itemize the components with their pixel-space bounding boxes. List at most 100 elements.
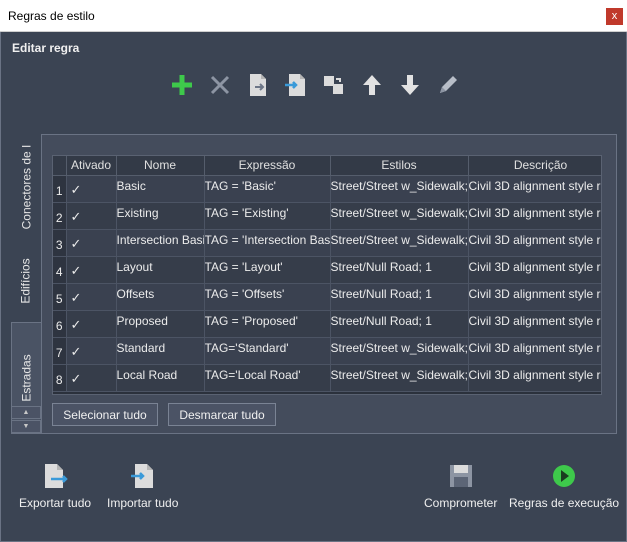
move-down-icon (401, 75, 419, 95)
expression-cell[interactable]: TAG = 'Proposed' (204, 310, 331, 338)
window-title: Regras de estilo (8, 9, 95, 23)
import-all-label: Importar tudo (107, 496, 179, 510)
table-row[interactable]: 8 ✓ Local Road TAG='Local Road' Street/Stree… (53, 364, 601, 392)
styles-cell[interactable]: Street/Street w_Sidewalk; 1 (330, 364, 469, 392)
add-rule-button[interactable] (167, 70, 197, 100)
tab-scroll: ▲ ▼ (11, 404, 41, 434)
export-all-label: Exportar tudo (19, 496, 92, 510)
enabled-checkbox[interactable]: ✓ (66, 283, 117, 311)
copy-rule-button[interactable] (243, 70, 273, 100)
enabled-checkbox[interactable]: ✓ (66, 256, 117, 284)
row-number: 7 (53, 337, 67, 365)
description-cell[interactable]: Civil 3D alignment style rule (468, 310, 601, 338)
styles-cell[interactable]: Street/Street w_Sidewalk; 1 (330, 229, 469, 257)
duplicate-rule-button[interactable] (319, 70, 349, 100)
tab-connectors[interactable]: Conectores de I (11, 142, 41, 232)
tab-scroll-down-button[interactable]: ▼ (11, 420, 41, 433)
styles-cell[interactable]: Street/Street w_Sidewalk; 1 (330, 202, 469, 230)
table-row[interactable]: 1 ✓ Basic TAG = 'Basic' Street/Street w_Side… (53, 175, 601, 203)
edit-icon (440, 76, 457, 93)
rules-panel: Ativado Nome Expressão Estilos Descrição… (41, 134, 617, 434)
table-row[interactable]: 2 ✓ Existing TAG = 'Existing' Street/Street … (53, 202, 601, 230)
save-icon (449, 465, 472, 487)
import-icon (285, 74, 305, 96)
move-up-button[interactable] (357, 70, 387, 100)
tab-connectors-label: Conectores de I (19, 144, 33, 230)
column-header-styles[interactable]: Estilos (330, 156, 469, 176)
enabled-checkbox[interactable]: ✓ (66, 202, 117, 230)
description-cell[interactable]: Civil 3D alignment style rule (468, 202, 601, 230)
styles-cell[interactable]: Street/Null Road; 1 (330, 283, 469, 311)
category-tabs: Conectores de I Edifícios Estradas (11, 142, 41, 434)
enabled-checkbox[interactable]: ✓ (66, 229, 117, 257)
row-number: 2 (53, 202, 67, 230)
description-cell[interactable]: Civil 3D alignment style rule (468, 256, 601, 284)
rule-name-cell[interactable]: Offsets (116, 283, 205, 311)
row-number: 6 (53, 310, 67, 338)
move-up-icon (363, 75, 381, 95)
rule-name-cell[interactable]: Existing (116, 202, 205, 230)
styles-cell[interactable]: Street/Null Road; 1 (330, 256, 469, 284)
description-cell[interactable]: Civil 3D alignment style rule (468, 364, 601, 392)
rule-name-cell[interactable]: Standard (116, 337, 205, 365)
enabled-checkbox[interactable]: ✓ (66, 364, 117, 392)
enabled-checkbox[interactable]: ✓ (66, 175, 117, 203)
expression-cell[interactable]: TAG = 'Basic' (204, 175, 331, 203)
column-header-number (53, 156, 67, 176)
import-all-button[interactable]: Importar tudo (107, 462, 178, 510)
column-header-name[interactable]: Nome (116, 156, 205, 176)
row-number: 4 (53, 256, 67, 284)
rule-name-cell[interactable]: Intersection Basic (116, 229, 205, 257)
rule-name-cell[interactable]: Basic (116, 175, 205, 203)
deselect-all-button[interactable]: Desmarcar tudo (168, 403, 276, 426)
styles-cell[interactable]: Street/Street w_Sidewalk; 1 (330, 175, 469, 203)
section-title: Editar regra (12, 41, 80, 55)
description-cell[interactable]: Civil 3D alignment style rule (468, 337, 601, 365)
expression-cell[interactable]: TAG='Standard' (204, 337, 331, 365)
column-header-expression[interactable]: Expressão (204, 156, 331, 176)
row-number: 1 (53, 175, 67, 203)
row-number: 5 (53, 283, 67, 311)
title-bar: Regras de estilo x (0, 0, 627, 32)
delete-icon (210, 75, 230, 95)
close-button[interactable]: x (606, 8, 623, 25)
expression-cell[interactable]: TAG = 'Offsets' (204, 283, 331, 311)
tab-buildings[interactable]: Edifícios (11, 237, 41, 325)
table-row[interactable]: 3 ✓ Intersection Basic TAG = 'Intersection … (53, 229, 601, 257)
expression-cell[interactable]: TAG = 'Existing' (204, 202, 331, 230)
enabled-checkbox[interactable]: ✓ (66, 310, 117, 338)
column-header-enabled[interactable]: Ativado (66, 156, 117, 176)
description-cell[interactable]: Civil 3D alignment style rule (468, 175, 601, 203)
copy-icon (250, 74, 266, 96)
table-row[interactable]: 4 ✓ Layout TAG = 'Layout' Street/Null Road; … (53, 256, 601, 284)
rule-name-cell[interactable]: Local Road (116, 364, 205, 392)
delete-rule-button[interactable] (205, 70, 235, 100)
description-cell[interactable]: Civil 3D alignment style rule (468, 229, 601, 257)
edit-rule-button[interactable] (433, 70, 463, 100)
enabled-checkbox[interactable]: ✓ (66, 337, 117, 365)
table-row[interactable]: 5 ✓ Offsets TAG = 'Offsets' Street/Null Road… (53, 283, 601, 311)
description-cell[interactable]: Civil 3D alignment style rule (468, 283, 601, 311)
column-header-description[interactable]: Descrição (468, 156, 601, 176)
tab-scroll-up-button[interactable]: ▲ (11, 406, 41, 419)
rules-table: Ativado Nome Expressão Estilos Descrição… (52, 155, 602, 395)
rule-name-cell[interactable]: Proposed (116, 310, 205, 338)
styles-cell[interactable]: Street/Null Road; 1 (330, 310, 469, 338)
row-number: 8 (53, 364, 67, 392)
import-rule-button[interactable] (281, 70, 311, 100)
export-all-button[interactable]: Exportar tudo (19, 462, 91, 510)
select-all-button[interactable]: Selecionar tudo (52, 403, 158, 426)
expression-cell[interactable]: TAG = 'Intersection Basic' (204, 229, 331, 257)
table-row[interactable]: 7 ✓ Standard TAG='Standard' Street/Street w_… (53, 337, 601, 365)
duplicate-icon (324, 76, 343, 94)
styles-cell[interactable]: Street/Street w_Sidewalk; 1 (330, 337, 469, 365)
rule-name-cell[interactable]: Layout (116, 256, 205, 284)
import-all-icon (130, 464, 153, 488)
table-row[interactable]: 6 ✓ Proposed TAG = 'Proposed' Street/Null Ro… (53, 310, 601, 338)
move-down-button[interactable] (395, 70, 425, 100)
expression-cell[interactable]: TAG='Local Road' (204, 364, 331, 392)
expression-cell[interactable]: TAG = 'Layout' (204, 256, 331, 284)
commit-button[interactable]: Comprometer (424, 462, 497, 510)
run-rules-button[interactable]: Regras de execução (509, 462, 619, 510)
commit-label: Comprometer (424, 496, 498, 510)
